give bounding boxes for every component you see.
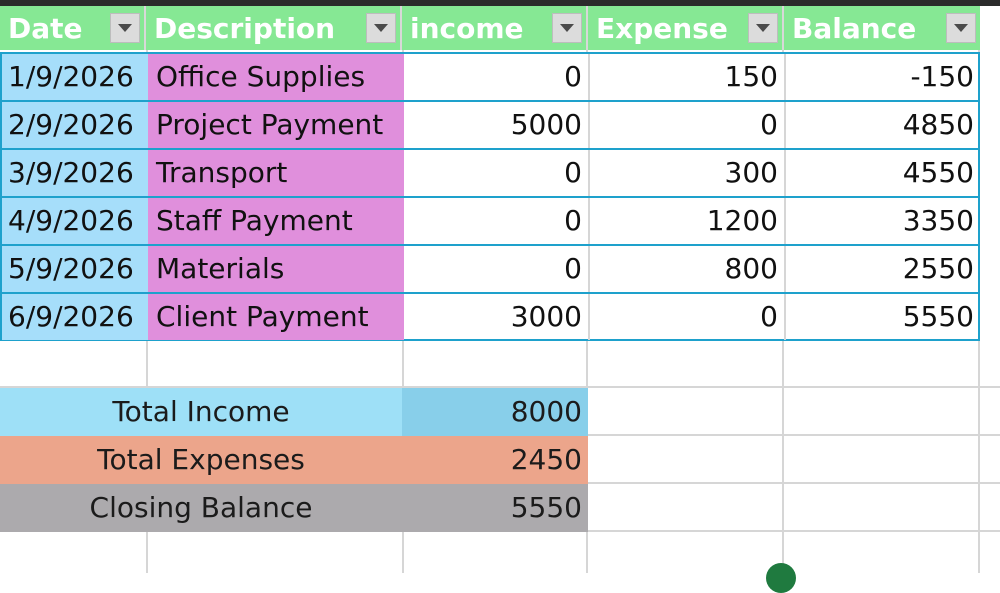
expense-cell[interactable]: 800 xyxy=(590,246,784,292)
table-row[interactable]: 5/9/2026 Materials 0 800 2550 xyxy=(2,246,978,294)
date-cell[interactable]: 6/9/2026 xyxy=(2,294,148,340)
description-cell[interactable]: Transport xyxy=(148,150,404,196)
closing-balance-row[interactable]: Closing Balance 5550 xyxy=(0,484,588,532)
table-row[interactable]: 4/9/2026 Staff Payment 0 1200 3350 xyxy=(2,198,978,246)
closing-balance-value[interactable]: 5550 xyxy=(402,484,588,532)
total-income-row[interactable]: Total Income 8000 xyxy=(0,388,588,436)
table-row[interactable]: 1/9/2026 Office Supplies 0 150 -150 xyxy=(2,54,978,102)
expense-cell[interactable]: 0 xyxy=(590,102,784,148)
total-expenses-label[interactable]: Total Expenses xyxy=(0,436,402,484)
date-cell[interactable]: 4/9/2026 xyxy=(2,198,148,244)
balance-cell[interactable]: 4550 xyxy=(786,150,978,196)
table-row[interactable]: 3/9/2026 Transport 0 300 4550 xyxy=(2,150,978,198)
header-date-label: Date xyxy=(8,12,83,45)
total-expenses-value[interactable]: 2450 xyxy=(402,436,588,484)
expense-cell[interactable]: 150 xyxy=(590,54,784,100)
description-cell[interactable]: Project Payment xyxy=(148,102,404,148)
total-expenses-row[interactable]: Total Expenses 2450 xyxy=(0,436,588,484)
filter-dropdown-icon[interactable] xyxy=(552,13,582,43)
income-cell[interactable]: 0 xyxy=(404,150,588,196)
income-cell[interactable]: 0 xyxy=(404,198,588,244)
header-balance-label: Balance xyxy=(792,12,917,45)
date-cell[interactable]: 2/9/2026 xyxy=(2,102,148,148)
header-date[interactable]: Date xyxy=(0,6,146,50)
header-income-label: income xyxy=(410,12,524,45)
balance-cell[interactable]: 5550 xyxy=(786,294,978,340)
table-row[interactable]: 6/9/2026 Client Payment 3000 0 5550 xyxy=(2,294,978,342)
header-balance[interactable]: Balance xyxy=(784,6,980,50)
header-description[interactable]: Description xyxy=(146,6,402,50)
date-cell[interactable]: 5/9/2026 xyxy=(2,246,148,292)
filter-dropdown-icon[interactable] xyxy=(748,13,778,43)
expense-cell[interactable]: 0 xyxy=(590,294,784,340)
income-cell[interactable]: 5000 xyxy=(404,102,588,148)
header-description-label: Description xyxy=(154,12,336,45)
income-cell[interactable]: 0 xyxy=(404,246,588,292)
filter-dropdown-icon[interactable] xyxy=(366,13,396,43)
balance-cell[interactable]: 4850 xyxy=(786,102,978,148)
filter-dropdown-icon[interactable] xyxy=(110,13,140,43)
income-cell[interactable]: 3000 xyxy=(404,294,588,340)
income-cell[interactable]: 0 xyxy=(404,54,588,100)
transactions-table: 1/9/2026 Office Supplies 0 150 -150 2/9/… xyxy=(0,52,980,341)
description-cell[interactable]: Materials xyxy=(148,246,404,292)
header-expense[interactable]: Expense xyxy=(588,6,784,50)
balance-cell[interactable]: -150 xyxy=(786,54,978,100)
expense-cell[interactable]: 1200 xyxy=(590,198,784,244)
balance-cell[interactable]: 2550 xyxy=(786,246,978,292)
selection-handle-icon[interactable] xyxy=(766,563,796,593)
balance-cell[interactable]: 3350 xyxy=(786,198,978,244)
header-expense-label: Expense xyxy=(596,12,728,45)
filter-dropdown-icon[interactable] xyxy=(946,13,976,43)
closing-balance-label[interactable]: Closing Balance xyxy=(0,484,402,532)
date-cell[interactable]: 1/9/2026 xyxy=(2,54,148,100)
table-row[interactable]: 2/9/2026 Project Payment 5000 0 4850 xyxy=(2,102,978,150)
date-cell[interactable]: 3/9/2026 xyxy=(2,150,148,196)
description-cell[interactable]: Office Supplies xyxy=(148,54,404,100)
total-income-label[interactable]: Total Income xyxy=(0,388,402,436)
header-income[interactable]: income xyxy=(402,6,588,50)
expense-cell[interactable]: 300 xyxy=(590,150,784,196)
description-cell[interactable]: Client Payment xyxy=(148,294,404,340)
total-income-value[interactable]: 8000 xyxy=(402,388,588,436)
description-cell[interactable]: Staff Payment xyxy=(148,198,404,244)
